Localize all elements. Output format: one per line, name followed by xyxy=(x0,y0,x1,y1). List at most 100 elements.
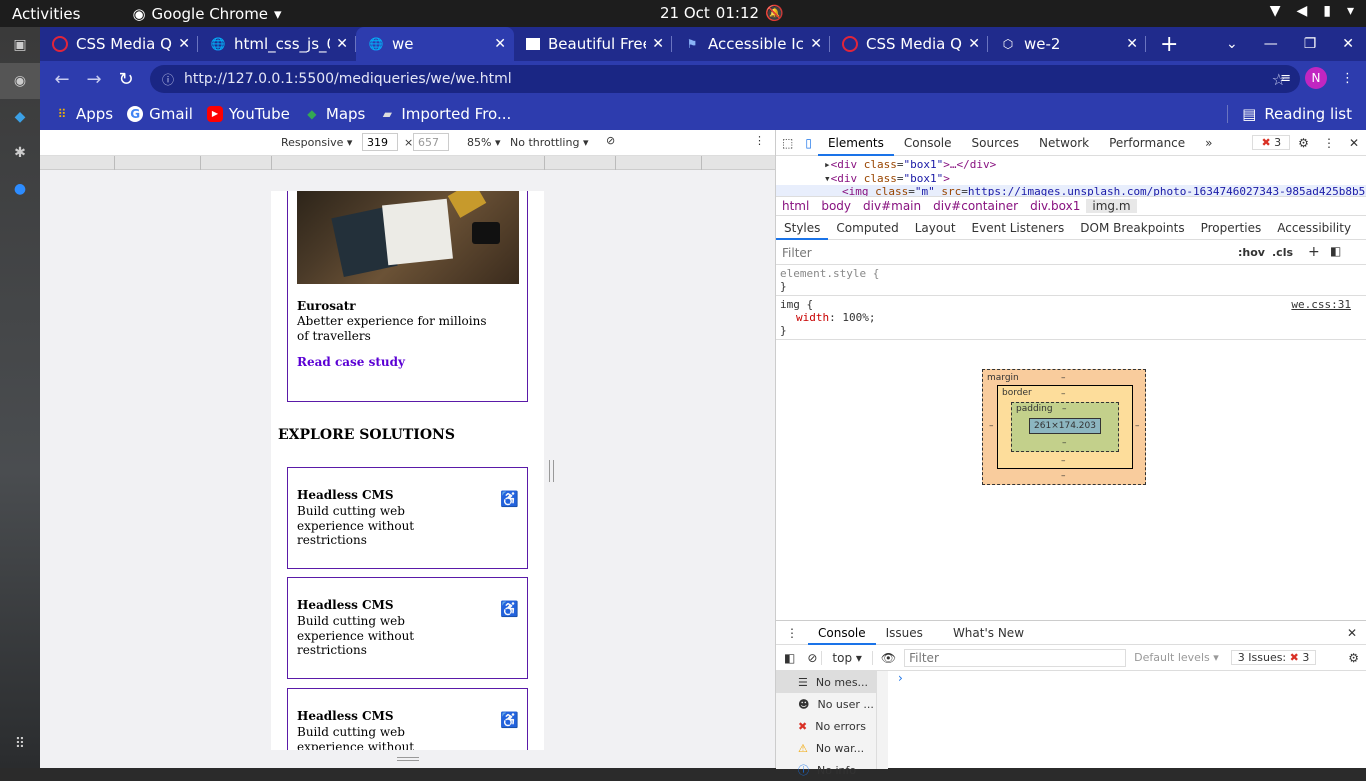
height-field[interactable] xyxy=(413,133,449,151)
slack-icon[interactable]: ✱ xyxy=(0,135,40,171)
breadcrumb-item[interactable]: html xyxy=(776,199,815,213)
minimize-icon[interactable]: — xyxy=(1264,36,1278,52)
tab-issues[interactable]: Issues xyxy=(876,620,933,646)
tab-dom-breakpoints[interactable]: DOM Breakpoints xyxy=(1072,216,1192,240)
close-icon[interactable]: ✕ xyxy=(968,36,980,52)
close-icon[interactable]: ✕ xyxy=(336,36,348,52)
add-rule-icon[interactable]: + xyxy=(1308,244,1320,260)
breadcrumb-item[interactable]: img.m xyxy=(1086,199,1137,213)
media-controls-icon[interactable]: ≡ xyxy=(1280,71,1291,86)
activities-button[interactable]: Activities xyxy=(12,5,80,23)
info-icon[interactable]: ⓘ xyxy=(162,71,174,88)
close-icon[interactable]: ✕ xyxy=(1126,36,1138,52)
reload-icon[interactable]: ↻ xyxy=(110,69,142,90)
close-icon[interactable]: ✕ xyxy=(652,36,664,52)
read-case-study-link[interactable]: Read case study xyxy=(297,355,405,369)
element-style-rule[interactable]: element.style {} xyxy=(776,265,1366,296)
close-window-icon[interactable]: ✕ xyxy=(1342,36,1354,52)
back-icon[interactable]: ← xyxy=(46,69,78,90)
tab-we[interactable]: 🌐 we ✕ xyxy=(356,27,514,61)
close-drawer-icon[interactable]: ✕ xyxy=(1337,626,1366,640)
tab-we-2[interactable]: ⬡ we-2 ✕ xyxy=(988,27,1146,61)
zoom-select[interactable]: 85% ▾ xyxy=(467,136,500,149)
dom-node[interactable]: ▾<div class="box1"> xyxy=(824,172,950,185)
close-icon[interactable]: ✕ xyxy=(178,36,190,52)
drawer-menu-icon[interactable]: ⋮ xyxy=(776,626,808,640)
bookmark-apps[interactable]: ⠿ Apps xyxy=(54,105,114,123)
img-rule[interactable]: img { we.css:31 width: 100%; } xyxy=(776,296,1366,340)
sidebar-errors[interactable]: ✖ No errors xyxy=(776,715,888,737)
console-prompt-icon[interactable]: › xyxy=(898,671,903,685)
new-tab-button[interactable]: + xyxy=(1160,27,1178,61)
chrome-icon[interactable]: ◉ xyxy=(0,63,40,99)
sidebar-messages[interactable]: ☰ No mes... xyxy=(776,671,888,693)
property-value[interactable]: 100%; xyxy=(842,311,875,324)
tab-console[interactable]: Console xyxy=(894,130,962,156)
clear-console-icon[interactable]: ⊘ xyxy=(803,651,821,665)
console-settings-icon[interactable]: ⚙ xyxy=(1340,651,1366,665)
show-apps-icon[interactable]: ⠿ xyxy=(0,726,40,762)
tab-network[interactable]: Network xyxy=(1029,130,1099,156)
bookmark-imported[interactable]: ▰ Imported Fro... xyxy=(379,105,512,123)
sidebar-scrollbar[interactable] xyxy=(876,671,888,769)
zoom-icon[interactable]: ● xyxy=(0,171,40,207)
breadcrumb-item[interactable]: div#container xyxy=(927,199,1024,213)
avatar[interactable]: N xyxy=(1305,67,1327,89)
margin-top[interactable]: – xyxy=(1061,373,1066,383)
tab-layout[interactable]: Layout xyxy=(907,216,964,240)
border-top[interactable]: – xyxy=(1061,389,1066,399)
close-icon[interactable]: ✕ xyxy=(810,36,822,52)
close-icon[interactable]: ✕ xyxy=(494,36,506,52)
issues-badge[interactable]: ✖ 3 xyxy=(1252,135,1291,150)
resize-handle-bottom[interactable] xyxy=(397,757,419,761)
hov-toggle[interactable]: :hov xyxy=(1238,246,1265,259)
tab-sources[interactable]: Sources xyxy=(962,130,1029,156)
context-select[interactable]: top ▾ xyxy=(821,650,873,665)
tab-accessibility[interactable]: Accessibility xyxy=(1269,216,1359,240)
tab-computed[interactable]: Computed xyxy=(828,216,906,240)
tab-html-css-js[interactable]: 🌐 html_css_js_0 ✕ xyxy=(198,27,356,61)
tab-beautiful-free[interactable]: Beautiful Free ✕ xyxy=(514,27,672,61)
border-bottom[interactable]: – xyxy=(1061,456,1066,466)
bookmark-gmail[interactable]: G Gmail xyxy=(127,105,193,123)
system-tray[interactable]: ▼ ◀ ▮ ▾ xyxy=(1270,3,1354,19)
tab-accessible-icons[interactable]: ⚑ Accessible Ico ✕ xyxy=(672,27,830,61)
more-options-icon[interactable]: ⋮ xyxy=(754,134,765,147)
reading-list-button[interactable]: ▤ Reading list xyxy=(1227,104,1352,123)
media-query-ruler[interactable] xyxy=(40,156,775,170)
vscode-icon[interactable]: ◆ xyxy=(0,99,40,135)
sidebar-warnings[interactable]: ⚠ No war... xyxy=(776,737,888,759)
tab-properties[interactable]: Properties xyxy=(1193,216,1270,240)
console-filter-input[interactable]: Filter xyxy=(904,648,1127,667)
padding-top[interactable]: – xyxy=(1062,404,1067,414)
margin-right[interactable]: – xyxy=(1135,421,1140,431)
sidebar-info[interactable]: ⓘ No info xyxy=(776,759,888,781)
tab-css-media-queries[interactable]: CSS Media Qu ✕ xyxy=(40,27,198,61)
rule-source-link[interactable]: we.css:31 xyxy=(1291,298,1351,311)
tab-event-listeners[interactable]: Event Listeners xyxy=(964,216,1073,240)
tab-console-drawer[interactable]: Console xyxy=(808,621,876,645)
sidebar-toggle-icon[interactable]: ◧ xyxy=(776,651,803,665)
breadcrumb-item[interactable]: div.box1 xyxy=(1024,199,1086,213)
rotate-icon[interactable]: ⊘ xyxy=(606,134,615,147)
breadcrumb-item[interactable]: body xyxy=(815,199,857,213)
resize-handle-right[interactable] xyxy=(549,460,554,482)
close-devtools-icon[interactable]: ✕ xyxy=(1341,136,1366,150)
more-tabs-icon[interactable]: » xyxy=(1195,130,1222,156)
more-icon[interactable]: ⋮ xyxy=(1317,136,1341,150)
maximize-icon[interactable]: ❐ xyxy=(1304,36,1317,52)
tab-styles[interactable]: Styles xyxy=(776,216,829,240)
sidebar-user-messages[interactable]: ☻ No user ... xyxy=(776,693,888,715)
device-mode-select[interactable]: Responsive ▾ xyxy=(281,136,352,149)
margin-left[interactable]: – xyxy=(989,421,994,431)
content-box[interactable]: 261×174.203 xyxy=(1029,418,1101,434)
app-menu[interactable]: ◉ Google Chrome ▾ xyxy=(132,5,281,23)
eye-icon[interactable]: 👁 xyxy=(873,651,904,665)
property-name[interactable]: width xyxy=(796,311,829,324)
margin-bottom[interactable]: – xyxy=(1061,471,1066,481)
tab-performance[interactable]: Performance xyxy=(1099,130,1195,156)
bookmark-maps[interactable]: ◆ Maps xyxy=(304,105,365,123)
issues-counter[interactable]: 3 Issues: ✖ 3 xyxy=(1230,650,1317,665)
menu-icon[interactable]: ⋮ xyxy=(1341,71,1354,86)
styles-filter-input[interactable]: Filter xyxy=(782,246,812,260)
